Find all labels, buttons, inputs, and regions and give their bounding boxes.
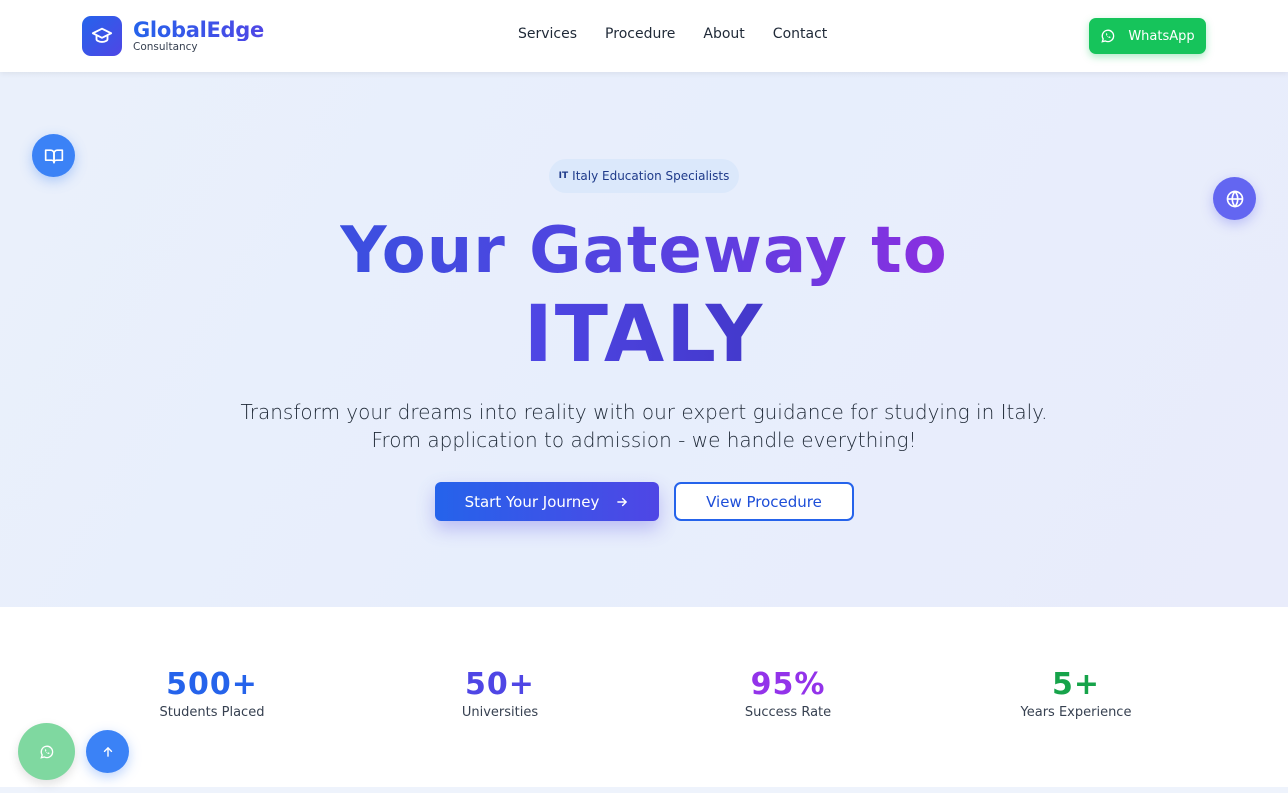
brand-name: GlobalEdge bbox=[133, 17, 264, 42]
scroll-to-top-button[interactable] bbox=[86, 730, 129, 773]
hero-headline: Your Gateway to bbox=[0, 214, 1288, 288]
italy-flag-icon: IT bbox=[558, 171, 569, 181]
nav-about[interactable]: About bbox=[703, 26, 744, 42]
stat-universities: 50+ Universities bbox=[380, 665, 620, 720]
hero-headline-country: ITALY bbox=[0, 292, 1288, 378]
badge-text: Italy Education Specialists bbox=[572, 169, 730, 183]
hero-subtext: Transform your dreams into reality with … bbox=[0, 398, 1288, 454]
start-journey-label: Start Your Journey bbox=[464, 492, 600, 511]
start-journey-button[interactable]: Start Your Journey bbox=[435, 482, 659, 521]
stat-value: 500+ bbox=[166, 667, 258, 702]
stat-label: Years Experience bbox=[1020, 705, 1132, 720]
graduation-cap-icon bbox=[82, 16, 122, 56]
stat-label: Universities bbox=[461, 705, 539, 720]
arrow-right-icon bbox=[617, 497, 628, 506]
site-header: GlobalEdge Consultancy Services Procedur… bbox=[0, 0, 1288, 72]
next-section-edge bbox=[0, 787, 1288, 793]
stat-label: Success Rate bbox=[744, 705, 832, 720]
specialists-badge: IT Italy Education Specialists bbox=[549, 159, 739, 193]
subtext-line-2: From application to admission - we handl… bbox=[371, 428, 917, 452]
whatsapp-button-label: WhatsApp bbox=[1128, 28, 1195, 44]
stat-value: 95% bbox=[750, 667, 826, 702]
floating-whatsapp-button[interactable] bbox=[18, 723, 75, 780]
nav-procedure[interactable]: Procedure bbox=[605, 26, 675, 42]
stat-experience: 5+ Years Experience bbox=[956, 665, 1196, 720]
view-procedure-button[interactable]: View Procedure bbox=[674, 482, 854, 521]
nav-contact[interactable]: Contact bbox=[773, 26, 827, 42]
headline-line-2: ITALY bbox=[523, 290, 765, 380]
subtext-line-1: Transform your dreams into reality with … bbox=[240, 400, 1048, 424]
headline-line-1: Your Gateway to bbox=[340, 214, 948, 288]
arrow-up-icon bbox=[103, 746, 112, 757]
view-procedure-label: View Procedure bbox=[706, 492, 822, 511]
main-nav: Services Procedure About Contact bbox=[518, 26, 827, 42]
stat-students: 500+ Students Placed bbox=[92, 665, 332, 720]
whatsapp-button[interactable]: WhatsApp bbox=[1089, 18, 1206, 54]
stat-success-rate: 95% Success Rate bbox=[668, 665, 908, 720]
nav-services[interactable]: Services bbox=[518, 26, 577, 42]
stat-label: Students Placed bbox=[159, 705, 265, 720]
book-icon bbox=[32, 134, 75, 177]
brand-subtitle: Consultancy bbox=[133, 40, 198, 53]
stat-value: 50+ bbox=[465, 667, 535, 702]
brand[interactable]: GlobalEdge Consultancy bbox=[82, 16, 264, 56]
whatsapp-icon bbox=[1101, 29, 1115, 43]
whatsapp-icon bbox=[39, 745, 53, 759]
stat-value: 5+ bbox=[1051, 667, 1100, 702]
stats-section: 500+ Students Placed 50+ Universities 95… bbox=[0, 607, 1288, 787]
